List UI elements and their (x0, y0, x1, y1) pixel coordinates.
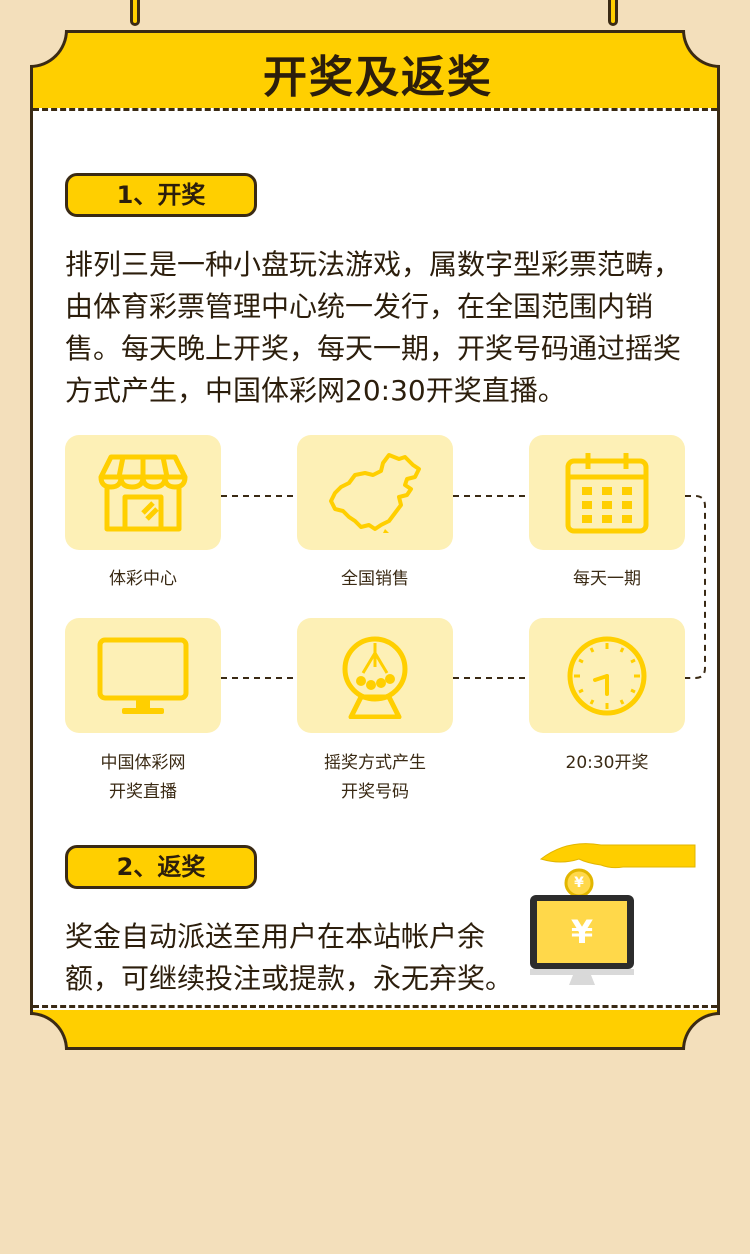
caption-line: 中国体彩网 (100, 753, 186, 773)
caption-line: 开奖号码 (341, 782, 409, 802)
tv-monitor-icon (97, 637, 189, 714)
caption-line: 体彩中心 (109, 569, 177, 589)
corner-notch (682, 1012, 720, 1050)
caption-line: 全国销售 (341, 569, 409, 589)
clock-icon (567, 636, 647, 715)
step-caption: 每天一期 (507, 565, 707, 594)
china-map-icon (329, 452, 421, 533)
step-tile-time (529, 618, 685, 733)
hanger-left (130, 0, 140, 26)
page-title: 开奖及返奖 (263, 52, 493, 103)
calendar-icon (565, 452, 649, 533)
payout-illustration: ¥ ¥ (527, 835, 697, 991)
step-tile-broadcast (65, 618, 221, 733)
card-footer (30, 1010, 720, 1050)
step-tile-daily (529, 435, 685, 550)
corner-notch (30, 1012, 68, 1050)
caption-line: 摇奖方式产生 (324, 753, 426, 773)
screen-symbol: ¥ (570, 913, 594, 951)
payout-description: 奖金自动派送至用户在本站帐户余 额，可继续投注或提款，永无弃奖。 (65, 916, 513, 1000)
step-caption: 摇奖方式产生 开奖号码 (275, 749, 475, 807)
card-header: 开奖及返奖 (30, 30, 720, 110)
section-label-payout: 2、返奖 (65, 845, 257, 889)
text-line: 奖金自动派送至用户在本站帐户余 (65, 920, 486, 953)
step-tile-machine (297, 618, 453, 733)
caption-line: 每天一期 (573, 569, 641, 589)
text-line: 额，可继续投注或提款，永无弃奖。 (65, 962, 514, 995)
step-tile-nationwide (297, 435, 453, 550)
lottery-machine-icon (342, 636, 408, 719)
caption-line: 开奖直播 (109, 782, 177, 802)
caption-line: 20:30开奖 (565, 753, 649, 773)
step-caption: 体彩中心 (43, 565, 243, 594)
shop-icon (98, 454, 188, 531)
step-caption: 中国体彩网 开奖直播 (43, 749, 243, 807)
coin-symbol: ¥ (574, 875, 584, 891)
info-card: 开奖及返奖 1、开奖 排列三是一种小盘玩法游戏，属数字型彩票范畴， 由体育彩票管… (30, 30, 720, 1050)
step-caption: 20:30开奖 (507, 749, 707, 778)
hanger-right (608, 0, 618, 26)
step-tile-center (65, 435, 221, 550)
card-body: 1、开奖 排列三是一种小盘玩法游戏，属数字型彩票范畴， 由体育彩票管理中心统一发… (30, 108, 720, 1011)
step-caption: 全国销售 (275, 565, 475, 594)
